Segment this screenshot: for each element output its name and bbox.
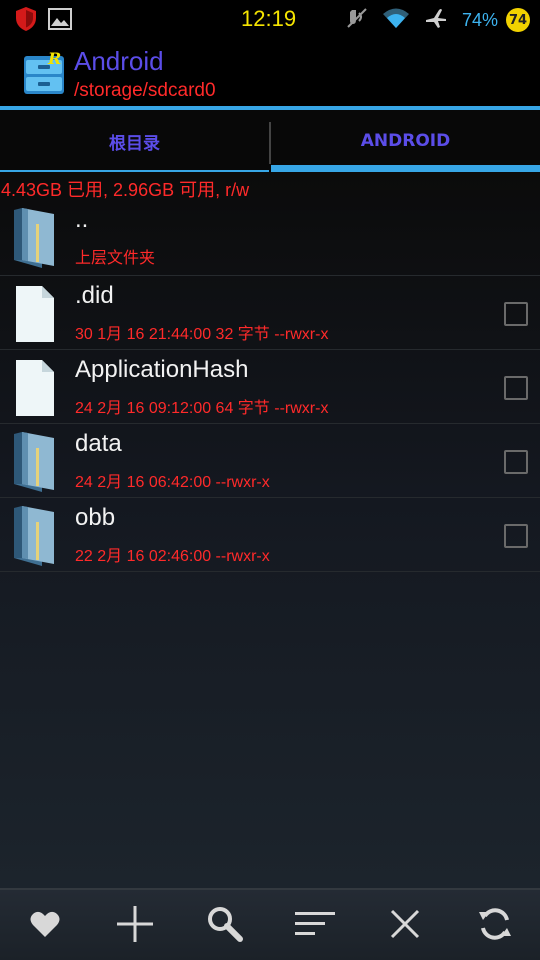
shield-icon xyxy=(14,6,38,36)
list-item-data[interactable]: data 24 2月 16 06:42:00 --rwxr-x xyxy=(0,424,540,498)
wifi-icon xyxy=(382,7,410,33)
favorites-button[interactable] xyxy=(0,890,90,960)
notification-badge: 74 xyxy=(506,8,530,32)
clock: 12:19 xyxy=(241,6,297,31)
folder-icon xyxy=(12,504,58,568)
close-button[interactable] xyxy=(360,890,450,960)
new-button[interactable] xyxy=(90,890,180,960)
folder-icon xyxy=(12,430,58,494)
refresh-button[interactable] xyxy=(450,890,540,960)
file-name: data xyxy=(75,430,122,457)
select-checkbox[interactable] xyxy=(504,302,528,326)
search-icon xyxy=(207,906,243,946)
battery-percent: 74% xyxy=(461,9,498,30)
folder-icon xyxy=(12,206,58,270)
list-item-parent[interactable]: .. 上层文件夹 xyxy=(0,200,540,276)
file-icon xyxy=(12,282,58,346)
tab-root[interactable]: 根目录 xyxy=(0,110,269,172)
current-path: /storage/sdcard0 xyxy=(74,80,216,101)
file-meta: 24 2月 16 06:42:00 --rwxr-x xyxy=(75,474,270,491)
sort-button[interactable] xyxy=(270,890,360,960)
file-name: .did xyxy=(75,282,114,309)
heart-icon xyxy=(30,910,60,942)
select-checkbox[interactable] xyxy=(504,524,528,548)
refresh-icon xyxy=(477,906,513,946)
file-name: obb xyxy=(75,504,116,531)
file-meta: 上层文件夹 xyxy=(75,250,156,267)
close-icon xyxy=(390,909,420,943)
bottom-toolbar xyxy=(0,888,540,960)
file-meta: 24 2月 16 09:12:00 64 字节 --rwxr-x xyxy=(75,400,329,417)
file-meta: 30 1月 16 21:44:00 32 字节 --rwxr-x xyxy=(75,326,329,343)
list-item-did[interactable]: .did 30 1月 16 21:44:00 32 字节 --rwxr-x xyxy=(0,276,540,350)
tab-android[interactable]: ANDROID xyxy=(271,110,540,172)
mute-icon xyxy=(346,7,368,33)
file-name: ApplicationHash xyxy=(75,356,249,383)
list-item-applicationhash[interactable]: ApplicationHash 24 2月 16 09:12:00 64 字节 … xyxy=(0,350,540,424)
airplane-icon xyxy=(424,7,448,33)
app-header: R Android /storage/sdcard0 xyxy=(0,38,540,106)
sort-icon xyxy=(295,910,335,942)
file-list: 4.43GB 已用, 2.96GB 可用, r/w .. 上层文件夹 .did … xyxy=(0,172,540,888)
file-icon xyxy=(12,356,58,420)
select-checkbox[interactable] xyxy=(504,450,528,474)
plus-icon xyxy=(117,906,153,946)
file-manager-icon[interactable]: R xyxy=(22,49,66,96)
storage-info: 4.43GB 已用, 2.96GB 可用, r/w xyxy=(1,180,250,200)
page-title: Android xyxy=(74,46,164,76)
file-name: .. xyxy=(75,206,89,233)
image-icon xyxy=(48,8,72,34)
tab-bar: 根目录 ANDROID xyxy=(0,110,540,172)
svg-text:R: R xyxy=(47,50,61,68)
status-bar: 12:19 74% 74 xyxy=(0,0,540,38)
select-checkbox[interactable] xyxy=(504,376,528,400)
search-button[interactable] xyxy=(180,890,270,960)
list-item-obb[interactable]: obb 22 2月 16 02:46:00 --rwxr-x xyxy=(0,498,540,572)
file-meta: 22 2月 16 02:46:00 --rwxr-x xyxy=(75,548,270,565)
tab-android-indicator xyxy=(271,165,540,172)
